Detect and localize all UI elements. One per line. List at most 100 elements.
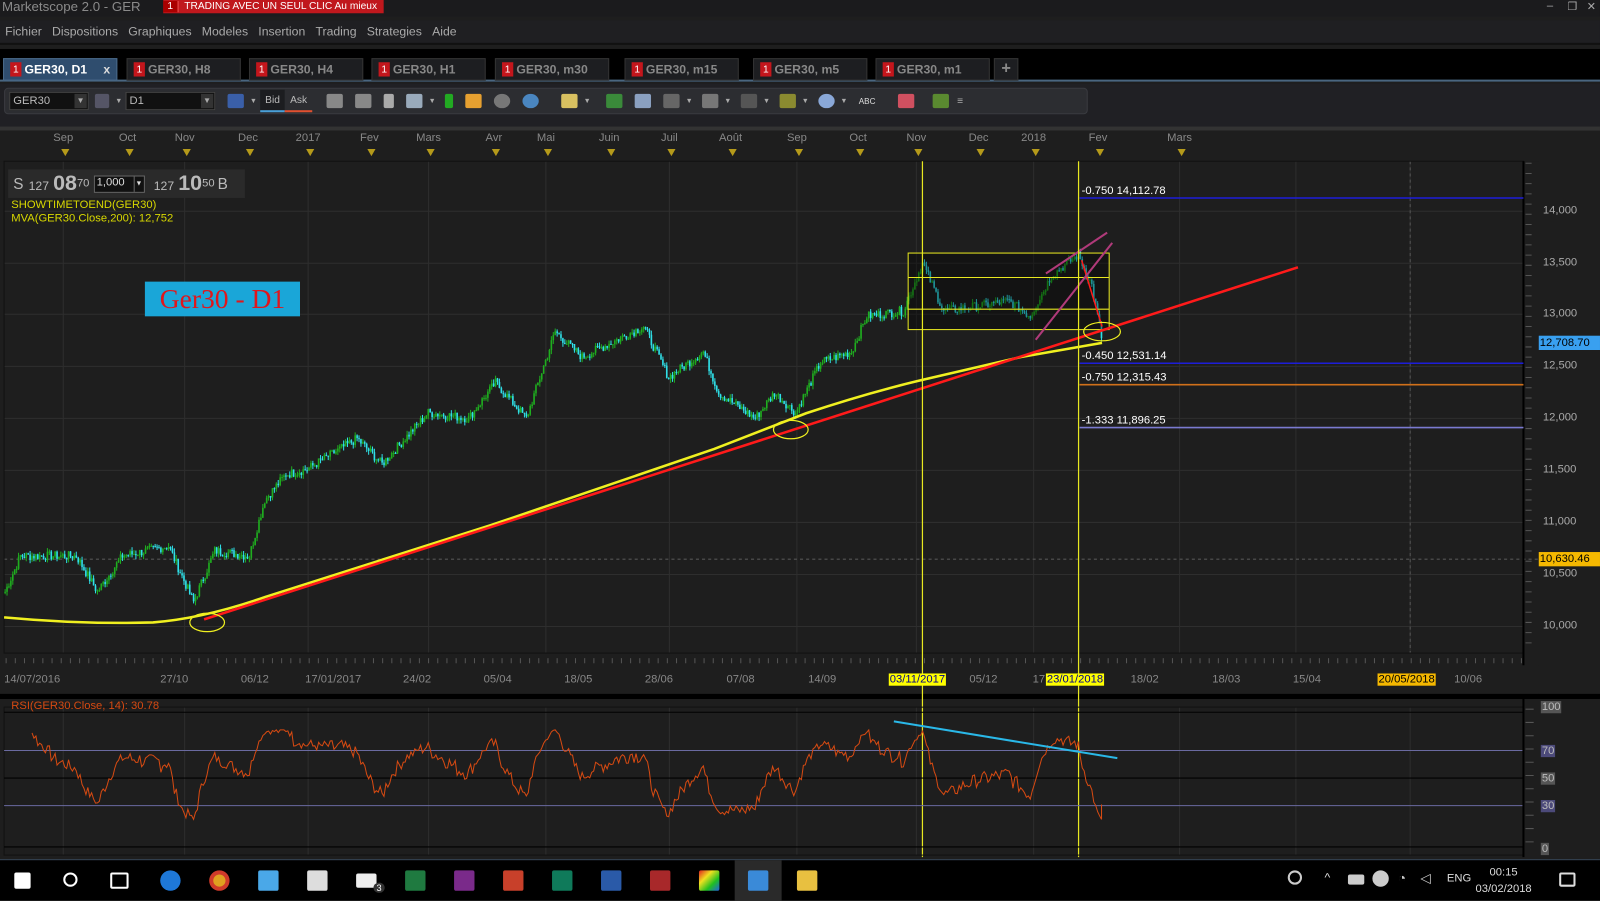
- candle-body: [269, 496, 272, 498]
- candle-body: [677, 372, 680, 374]
- notifications-icon[interactable]: [1559, 872, 1576, 887]
- sell-button[interactable]: S: [13, 175, 23, 192]
- candle-body: [496, 378, 499, 382]
- candle-body: [558, 333, 560, 335]
- candle-body: [142, 553, 145, 556]
- show-hidden-icons-icon[interactable]: ^: [1324, 870, 1330, 884]
- candle-body: [550, 340, 553, 351]
- people-icon[interactable]: [1287, 870, 1303, 885]
- candle-body: [158, 547, 160, 549]
- volume-icon[interactable]: ◁: [1420, 870, 1430, 886]
- language-indicator[interactable]: ENG: [1447, 872, 1471, 884]
- candle-body: [637, 329, 639, 334]
- price-axis-label: 11,500: [1542, 463, 1577, 476]
- candle-body: [440, 414, 443, 416]
- candle-body: [237, 553, 239, 559]
- candle-body: [258, 519, 260, 533]
- candle-body: [802, 394, 805, 406]
- rsi-axis-label: 30: [1540, 799, 1556, 813]
- quantity-select[interactable]: 1,000 ▼: [93, 174, 145, 193]
- candle-body: [356, 435, 358, 439]
- candle-body: [600, 347, 603, 349]
- candle-body: [840, 354, 843, 356]
- candle-body: [879, 311, 882, 318]
- candle-body: [571, 343, 574, 345]
- candle-body: [483, 397, 485, 399]
- candle-body: [23, 556, 26, 558]
- candle-body: [775, 395, 778, 397]
- candle-body: [631, 332, 633, 334]
- wifi-icon[interactable]: ◔: [1398, 870, 1406, 885]
- candle-body: [352, 442, 355, 445]
- candle-body: [29, 554, 31, 560]
- powerpoint-icon[interactable]: [503, 870, 524, 891]
- marketscope-taskbar-active[interactable]: [734, 860, 782, 901]
- buy-price-prefix[interactable]: 127: [154, 179, 174, 193]
- clock[interactable]: 00:15 03/02/2018: [1475, 864, 1531, 897]
- candle-body: [127, 555, 130, 557]
- candle-body: [425, 415, 428, 419]
- cloud-sync-icon[interactable]: [1372, 870, 1389, 887]
- candle-body: [808, 383, 810, 388]
- excel-icon[interactable]: [405, 870, 426, 891]
- access-icon[interactable]: [649, 870, 671, 891]
- date-axis-label: 18/05: [564, 673, 593, 686]
- candle-body: [150, 545, 153, 547]
- candle-body: [652, 345, 655, 351]
- candle-body: [265, 497, 268, 504]
- onenote-icon[interactable]: [454, 870, 475, 891]
- buy-button[interactable]: B: [218, 175, 228, 192]
- file-explorer-icon[interactable]: [796, 870, 818, 891]
- candle-body: [369, 448, 372, 451]
- candle-body: [412, 429, 414, 432]
- candle-body: [552, 335, 555, 341]
- indicator-label-showtimetoend: SHOWTIMETOEND(GER30): [11, 198, 157, 212]
- candle-body: [117, 560, 120, 563]
- publisher-icon[interactable]: [552, 870, 573, 891]
- candle-body: [462, 418, 464, 420]
- candle-body: [523, 412, 526, 414]
- candle-body: [404, 441, 406, 443]
- candle-body: [337, 448, 339, 452]
- sell-price-prefix[interactable]: 127: [29, 179, 49, 193]
- chrome-icon[interactable]: [209, 870, 230, 891]
- sell-price[interactable]: 08: [53, 171, 77, 195]
- candle-body: [346, 441, 349, 444]
- candle-body: [540, 373, 543, 380]
- candle-body: [304, 469, 306, 471]
- candle-body: [842, 354, 845, 356]
- candle-body: [535, 385, 537, 394]
- word-icon[interactable]: [601, 870, 622, 891]
- candle-body: [140, 549, 143, 556]
- start-icon[interactable]: [14, 872, 31, 889]
- chart-annotation-label[interactable]: Ger30 - D1: [144, 281, 300, 317]
- price-chart[interactable]: [0, 0, 1600, 859]
- candle-body: [812, 373, 814, 386]
- task-view-icon[interactable]: [110, 872, 129, 889]
- candle-body: [869, 311, 872, 318]
- candle-body: [206, 572, 208, 579]
- candle-body: [402, 441, 405, 447]
- candle-body: [877, 311, 880, 316]
- candle-body: [229, 549, 231, 553]
- candle-body: [789, 405, 791, 407]
- date-axis-label: 14/07/2016: [4, 673, 61, 686]
- candle-body: [444, 416, 447, 420]
- candle-body: [398, 442, 401, 445]
- candle-body: [729, 397, 732, 402]
- candle-body: [390, 453, 393, 459]
- date-axis-label: 23/01/2018: [1045, 673, 1105, 686]
- remote-desktop-icon[interactable]: [258, 870, 279, 891]
- candle-body: [817, 366, 820, 369]
- calendar-icon[interactable]: [307, 870, 328, 891]
- candle-body: [602, 347, 605, 351]
- candle-body: [338, 446, 341, 449]
- candle-body: [15, 568, 18, 570]
- buy-price[interactable]: 10: [178, 171, 202, 195]
- search-icon[interactable]: [63, 872, 78, 887]
- color-app-icon[interactable]: [698, 870, 720, 891]
- candle-body: [750, 414, 753, 417]
- candle-body: [385, 458, 387, 466]
- edge-icon[interactable]: [160, 870, 181, 891]
- power-icon[interactable]: [1347, 874, 1365, 885]
